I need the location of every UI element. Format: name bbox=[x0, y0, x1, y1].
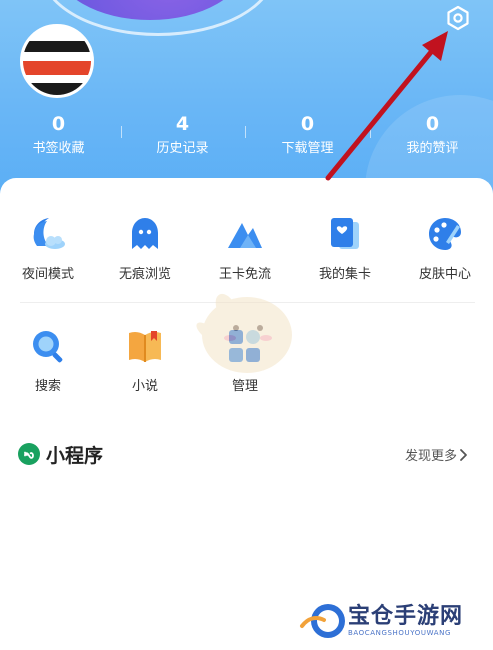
mini-program-icon bbox=[18, 443, 40, 465]
card-collection-icon bbox=[331, 218, 359, 249]
feature-search[interactable]: 搜索 bbox=[0, 327, 96, 396]
skin-center-icon bbox=[429, 218, 461, 250]
watermark-logo bbox=[300, 604, 345, 638]
feature-label: 无痕浏览 bbox=[118, 267, 171, 282]
discover-more-link[interactable]: 发现更多 bbox=[405, 445, 469, 464]
feature-label: 皮肤中心 bbox=[418, 267, 471, 282]
annotation-arrow bbox=[325, 31, 448, 181]
feature-king-card[interactable]: 王卡免流 bbox=[197, 215, 293, 284]
watermark-text: 宝仓手游网 bbox=[348, 604, 464, 629]
discover-more-label: 发现更多 bbox=[405, 449, 458, 464]
mini-programs-title: 小程序 bbox=[46, 444, 104, 467]
novel-icon bbox=[129, 331, 161, 362]
feature-skin-center[interactable]: 皮肤中心 bbox=[397, 215, 493, 284]
watermark: 宝仓手游网 BAOCANGSHOUYOUWANG bbox=[298, 598, 463, 644]
mascot-illustration bbox=[196, 293, 292, 373]
king-card-icon bbox=[228, 223, 262, 248]
incognito-icon bbox=[132, 218, 158, 249]
search-icon bbox=[33, 331, 63, 363]
feature-label: 我的集卡 bbox=[318, 267, 371, 282]
night-mode-icon bbox=[33, 218, 65, 249]
feature-label: 夜间模式 bbox=[21, 267, 74, 282]
watermark-subtext: BAOCANGSHOUYOUWANG bbox=[348, 629, 451, 637]
mini-programs-header: 小程序 bbox=[18, 441, 103, 467]
feature-novel[interactable]: 小说 bbox=[97, 327, 193, 396]
feature-night-mode[interactable]: 夜间模式 bbox=[0, 215, 96, 284]
feature-label: 小说 bbox=[131, 379, 158, 394]
feature-incognito[interactable]: 无痕浏览 bbox=[97, 215, 193, 284]
feature-card-collection[interactable]: 我的集卡 bbox=[297, 215, 393, 284]
feature-label: 搜索 bbox=[34, 379, 61, 394]
chevron-right-icon bbox=[460, 448, 467, 461]
feature-label: 管理 bbox=[231, 379, 258, 394]
